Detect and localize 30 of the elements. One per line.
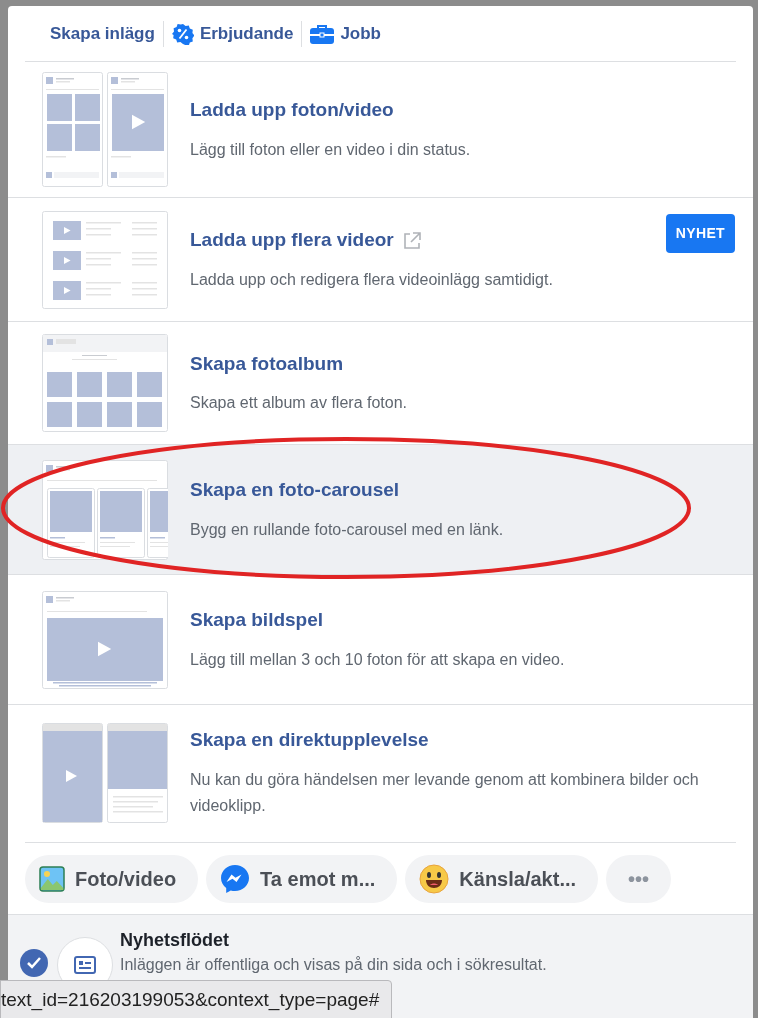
action-button[interactable]: Foto/video: [25, 854, 199, 903]
post-type-tab[interactable]: Skapa inlägg: [48, 16, 157, 51]
option-title: Ladda upp flera videor: [190, 228, 394, 253]
option-row[interactable]: Skapa en foto-carousel Bygg en rullande foto-carousel med en länk.: [8, 445, 753, 575]
option-description: Ladda upp och redigera flera videoinlägg samtidigt.: [190, 269, 554, 290]
checkbox[interactable]: [20, 949, 48, 977]
percent-badge-icon: [171, 22, 194, 45]
option-description: Bygg en rullande foto-carousel med en länk.: [190, 519, 505, 540]
option-description: Lägg till foton eller en video i din status.: [190, 139, 472, 160]
post-type-tab[interactable]: Erbjudande: [169, 16, 296, 51]
audience-title: Nyhetsflödet: [120, 929, 229, 952]
option-description: Skapa ett album av flera foton.: [190, 393, 408, 414]
option-title: Ladda upp foton/video: [190, 98, 394, 123]
audience-description: Inläggen är offentliga och visas på din sida och i sökresultat.: [120, 955, 547, 975]
option-title: Skapa en foto-carousel: [190, 478, 400, 503]
smiley-icon: [419, 863, 450, 894]
action-button[interactable]: Ta emot m...: [206, 854, 398, 903]
new-badge: NYHET: [665, 214, 735, 253]
option-title: Skapa en direktupplevelse: [190, 728, 429, 753]
check-icon: [27, 957, 41, 969]
action-button[interactable]: Känsla/akt...: [405, 854, 599, 903]
link-url-tooltip: text_id=216203199053&context_type=page#: [0, 980, 393, 1018]
post-type-tab[interactable]: Jobb: [308, 16, 383, 51]
option-description: Lägg till mellan 3 och 10 foton för att skapa en video.: [190, 649, 566, 670]
option-description: Nu kan du göra händelsen mer levande genom att kombinera bilder och videoklipp.: [190, 769, 700, 816]
briefcase-icon: [310, 23, 335, 44]
photo-icon: [39, 865, 65, 892]
option-title: Skapa bildspel: [190, 608, 324, 633]
messenger-icon: [220, 863, 251, 894]
option-title: Skapa fotoalbum: [190, 351, 344, 376]
